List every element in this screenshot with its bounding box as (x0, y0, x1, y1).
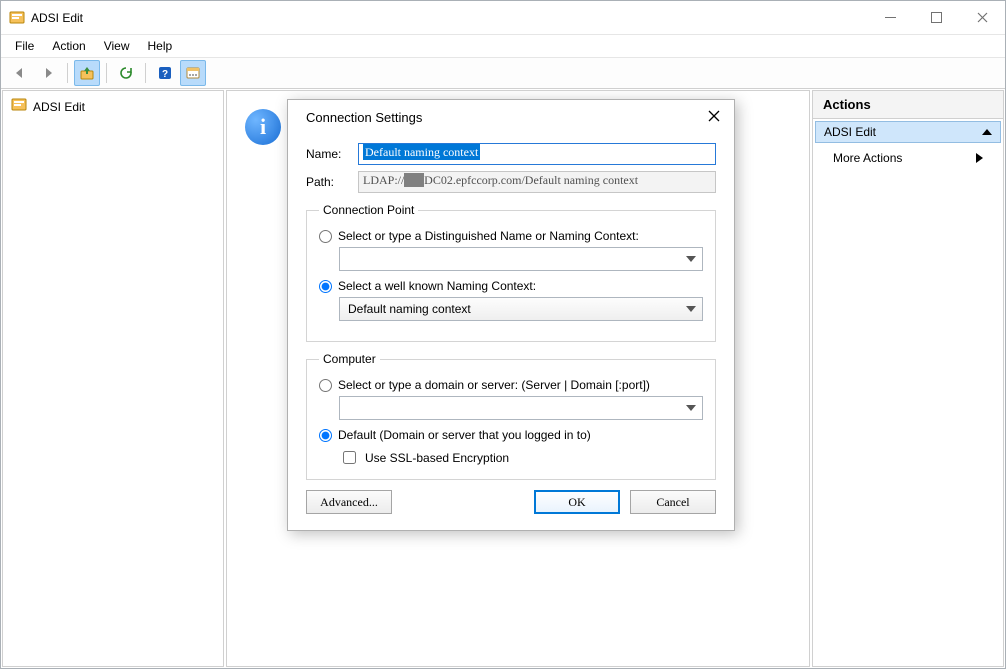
dn-combo[interactable] (339, 247, 703, 271)
help-button[interactable]: ? (152, 60, 178, 86)
more-actions-item[interactable]: More Actions (813, 145, 1003, 171)
name-value: Default naming context (363, 144, 480, 160)
menu-view[interactable]: View (96, 37, 138, 55)
tree-root-label: ADSI Edit (33, 100, 85, 114)
connection-point-legend: Connection Point (319, 203, 418, 217)
client-area: ADSI Edit i Acti Acti Serv Micr To c Con… (1, 89, 1005, 668)
actions-section-label: ADSI Edit (824, 125, 876, 139)
radio-default-label: Default (Domain or server that you logge… (338, 428, 591, 442)
chevron-down-icon (686, 306, 696, 312)
chevron-up-icon (982, 129, 992, 135)
name-input[interactable]: Default naming context (358, 143, 716, 165)
menu-help[interactable]: Help (140, 37, 181, 55)
dialog-close-button[interactable] (708, 110, 720, 125)
minimize-button[interactable] (867, 2, 913, 34)
dialog-titlebar: Connection Settings (288, 100, 734, 133)
name-label: Name: (306, 147, 350, 161)
connection-point-group: Connection Point Select or type a Distin… (306, 203, 716, 342)
well-known-combo-value: Default naming context (348, 302, 471, 316)
app-window: ADSI Edit File Action View Help ? (0, 0, 1006, 669)
chevron-down-icon (686, 405, 696, 411)
menu-action[interactable]: Action (44, 37, 93, 55)
menu-file[interactable]: File (7, 37, 42, 55)
close-button[interactable] (959, 2, 1005, 34)
toolbar-separator (145, 63, 146, 83)
dialog-body: Name: Default naming context Path: LDAP:… (288, 133, 734, 530)
ssl-checkbox-row[interactable]: Use SSL-based Encryption (339, 448, 703, 467)
radio-domain-server[interactable]: Select or type a domain or server: (Serv… (319, 378, 703, 392)
cancel-button[interactable]: Cancel (630, 490, 716, 514)
toolbar-separator (67, 63, 68, 83)
ok-button[interactable]: OK (534, 490, 620, 514)
ssl-label: Use SSL-based Encryption (365, 451, 509, 465)
info-icon: i (245, 109, 281, 145)
computer-legend: Computer (319, 352, 380, 366)
radio-domain-input[interactable] (319, 379, 332, 392)
path-display: LDAP://▮▮▮DC02.epfccorp.com/Default nami… (358, 171, 716, 193)
tree-icon (11, 97, 27, 116)
connection-settings-dialog: Connection Settings Name: Default naming… (287, 99, 735, 531)
maximize-button[interactable] (913, 2, 959, 34)
ssl-checkbox[interactable] (343, 451, 356, 464)
toolbar-separator (106, 63, 107, 83)
content-pane: i Acti Acti Serv Micr To c Connection Se… (226, 90, 810, 667)
domain-combo[interactable] (339, 396, 703, 420)
actions-pane: Actions ADSI Edit More Actions (812, 90, 1004, 667)
radio-domain-label: Select or type a domain or server: (Serv… (338, 378, 650, 392)
properties-button[interactable] (180, 60, 206, 86)
radio-dn-input[interactable] (319, 230, 332, 243)
tree-root[interactable]: ADSI Edit (3, 91, 223, 122)
radio-wk-input[interactable] (319, 280, 332, 293)
path-label: Path: (306, 175, 350, 189)
window-buttons (867, 2, 1005, 34)
menubar: File Action View Help (1, 35, 1005, 57)
chevron-down-icon (686, 256, 696, 262)
back-button[interactable] (7, 60, 33, 86)
radio-wk-label: Select a well known Naming Context: (338, 279, 536, 293)
up-button[interactable] (74, 60, 100, 86)
radio-well-known[interactable]: Select a well known Naming Context: (319, 279, 703, 293)
titlebar: ADSI Edit (1, 1, 1005, 35)
radio-default-input[interactable] (319, 429, 332, 442)
actions-header: Actions (813, 91, 1003, 119)
computer-group: Computer Select or type a domain or serv… (306, 352, 716, 480)
advanced-button[interactable]: Advanced... (306, 490, 392, 514)
chevron-right-icon (976, 153, 983, 163)
well-known-combo[interactable]: Default naming context (339, 297, 703, 321)
radio-distinguished-name[interactable]: Select or type a Distinguished Name or N… (319, 229, 703, 243)
toolbar: ? (1, 57, 1005, 89)
app-icon (9, 10, 25, 26)
app-title: ADSI Edit (31, 11, 83, 25)
dialog-title: Connection Settings (306, 110, 422, 125)
radio-default-computer[interactable]: Default (Domain or server that you logge… (319, 428, 703, 442)
more-actions-label: More Actions (833, 151, 902, 165)
svg-text:?: ? (162, 69, 168, 80)
actions-section-adsi[interactable]: ADSI Edit (815, 121, 1001, 143)
tree-pane: ADSI Edit (2, 90, 224, 667)
refresh-button[interactable] (113, 60, 139, 86)
forward-button[interactable] (35, 60, 61, 86)
radio-dn-label: Select or type a Distinguished Name or N… (338, 229, 639, 243)
